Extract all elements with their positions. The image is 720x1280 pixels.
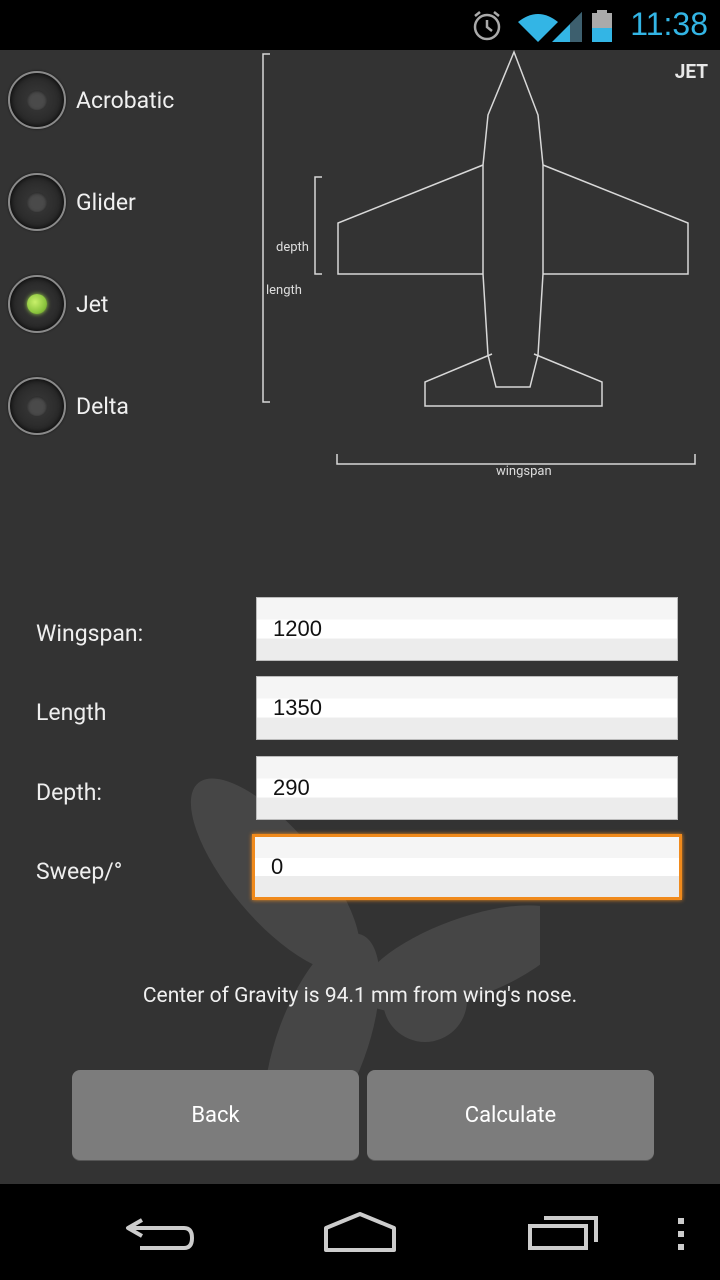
back-button-label: Back	[191, 1102, 240, 1128]
center-of-gravity-result: Center of Gravity is 94.1 mm from wing's…	[142, 984, 578, 1008]
airplane-diagram: JET depth length wingspan	[250, 50, 720, 490]
signal-icon	[552, 12, 582, 42]
back-button[interactable]: Back	[72, 1070, 359, 1160]
radio-button[interactable]	[8, 275, 66, 333]
wingspan-input[interactable]	[257, 598, 677, 660]
length-dimension-label: length	[266, 283, 302, 298]
radio-indicator-selected	[27, 294, 47, 314]
wifi-icon	[518, 14, 558, 42]
back-nav-icon[interactable]	[122, 1208, 202, 1258]
radio-label: Acrobatic	[76, 86, 175, 114]
radio-jet[interactable]: Jet	[8, 272, 108, 336]
status-time: 11:38	[630, 6, 708, 42]
navigation-bar	[0, 1184, 720, 1280]
radio-button[interactable]	[8, 71, 66, 129]
jet-outline-icon	[262, 50, 696, 465]
radio-indicator	[27, 90, 47, 110]
radio-indicator	[27, 192, 47, 212]
sweep-input[interactable]	[255, 837, 679, 897]
depth-dimension-label: depth	[276, 240, 309, 255]
radio-indicator	[27, 396, 47, 416]
calculate-button-label: Calculate	[464, 1102, 557, 1128]
recent-apps-nav-icon[interactable]	[524, 1208, 604, 1258]
wingspan-dimension-label: wingspan	[496, 464, 552, 479]
overflow-menu-icon[interactable]	[672, 1214, 692, 1254]
length-label: Length	[36, 699, 107, 726]
radio-label: Glider	[76, 188, 136, 216]
status-icons	[473, 10, 612, 42]
radio-delta[interactable]: Delta	[8, 374, 129, 438]
calculate-button[interactable]: Calculate	[367, 1070, 654, 1160]
sweep-field[interactable]	[252, 834, 682, 900]
wingspan-label: Wingspan:	[36, 620, 144, 647]
sweep-label: Sweep/°	[36, 858, 123, 885]
home-nav-icon[interactable]	[320, 1208, 400, 1258]
length-field[interactable]	[256, 676, 678, 740]
battery-icon	[592, 10, 612, 42]
depth-input[interactable]	[257, 757, 677, 819]
depth-label: Depth:	[36, 779, 102, 806]
radio-label: Jet	[76, 290, 109, 318]
radio-button[interactable]	[8, 173, 66, 231]
length-input[interactable]	[257, 677, 677, 739]
radio-label: Delta	[76, 392, 129, 420]
wingspan-field[interactable]	[256, 597, 678, 661]
alarm-icon	[473, 11, 501, 41]
depth-field[interactable]	[256, 756, 678, 820]
status-bar: 11:38	[0, 0, 720, 50]
radio-glider[interactable]: Glider	[8, 170, 136, 234]
main-content: Acrobatic Glider Jet Delta JET depth len…	[0, 50, 720, 1184]
radio-acrobatic[interactable]: Acrobatic	[8, 68, 174, 132]
radio-button[interactable]	[8, 377, 66, 435]
